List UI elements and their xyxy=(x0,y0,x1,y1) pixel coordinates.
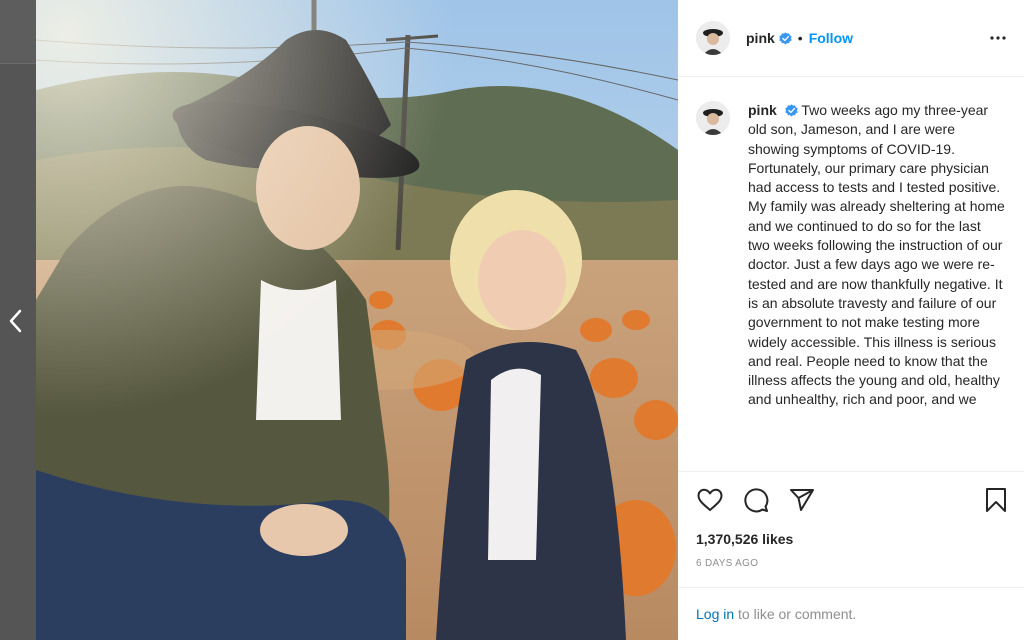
instagram-post-modal: pink • Follow pink Two weeks ago my thre… xyxy=(0,0,1024,640)
action-bar xyxy=(678,472,1024,528)
comment-icon xyxy=(744,488,769,513)
post-username[interactable]: pink xyxy=(746,30,775,46)
verified-badge-icon xyxy=(779,31,792,45)
likes-count[interactable]: 1,370,526 likes xyxy=(678,528,1024,550)
post-date[interactable]: 6 DAYS AGO xyxy=(678,558,1024,572)
more-options-icon xyxy=(990,36,1006,40)
previous-post-button[interactable] xyxy=(2,306,28,336)
login-prompt-text: to like or comment. xyxy=(734,606,857,622)
chevron-left-icon xyxy=(9,309,22,333)
post-sidebar: pink • Follow pink Two weeks ago my thre… xyxy=(678,0,1024,640)
separator-dot: • xyxy=(797,30,803,46)
comment-button[interactable] xyxy=(742,486,770,514)
post-photo[interactable] xyxy=(36,0,678,640)
share-button[interactable] xyxy=(788,486,816,514)
more-options-button[interactable] xyxy=(988,28,1008,48)
caption-avatar[interactable] xyxy=(696,101,730,135)
post-header: pink • Follow xyxy=(678,0,1024,77)
heart-icon xyxy=(697,488,723,511)
login-link[interactable]: Log in xyxy=(696,606,734,622)
avatar[interactable] xyxy=(696,21,730,55)
caption-text: pink Two weeks ago my three-year old son… xyxy=(748,101,1006,471)
login-prompt: Log in to like or comment. xyxy=(678,587,1024,640)
send-icon xyxy=(790,489,814,511)
follow-button[interactable]: Follow xyxy=(809,30,853,46)
backdrop-header xyxy=(0,0,36,64)
save-button[interactable] xyxy=(982,486,1010,514)
bookmark-icon xyxy=(986,488,1006,512)
caption-username[interactable]: pink xyxy=(748,102,777,118)
caption-section: pink Two weeks ago my three-year old son… xyxy=(678,77,1024,472)
caption-body: Two weeks ago my three-year old son, Jam… xyxy=(748,102,1005,408)
verified-badge-icon xyxy=(784,104,798,117)
like-button[interactable] xyxy=(696,486,724,514)
